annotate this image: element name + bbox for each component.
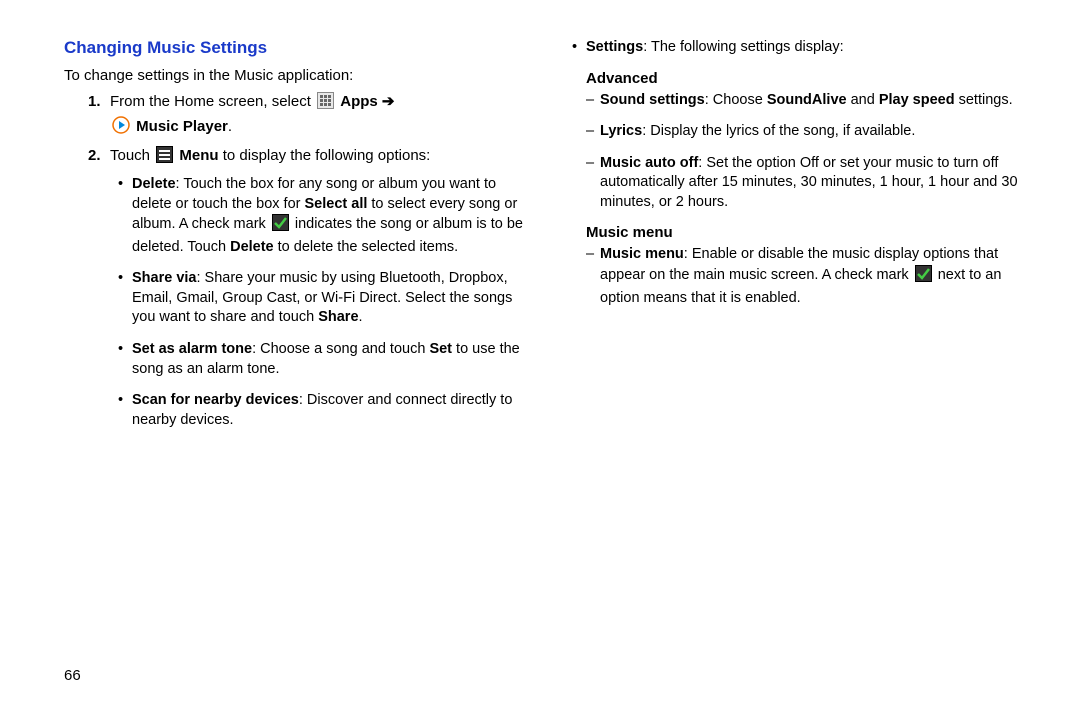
bullet-body: Scan for nearby devices: Discover and co… (132, 391, 532, 430)
bullet-share: • Share via: Share your music by using B… (118, 269, 532, 328)
sub-bullets: • Delete: Touch the box for any song or … (118, 175, 532, 430)
dash-lyrics: – Lyrics: Display the lyrics of the song… (586, 122, 1040, 142)
advanced-list: – Sound settings: Choose SoundAlive and … (586, 91, 1040, 213)
page-content: Changing Music Settings To change settin… (0, 0, 1080, 442)
musicmenu-label: Music menu (600, 246, 684, 262)
dash-body: Lyrics: Display the lyrics of the song, … (600, 122, 1040, 142)
dash-sound-settings: – Sound settings: Choose SoundAlive and … (586, 91, 1040, 111)
dash-mark: – (586, 122, 600, 142)
bullet-mark: • (118, 269, 132, 328)
checkmark-icon (915, 265, 932, 289)
music-player-label: Music Player (136, 118, 228, 135)
step1-pre: From the Home screen, select (110, 93, 315, 110)
bullet-body: Set as alarm tone: Choose a song and tou… (132, 340, 532, 379)
bullet-mark: • (118, 340, 132, 379)
soundalive-label: SoundAlive (767, 92, 847, 108)
advanced-heading: Advanced (586, 70, 1040, 87)
set-label: Set (429, 341, 452, 357)
share-label: Share via (132, 270, 197, 286)
music-player-icon (112, 116, 130, 140)
apps-grid-icon (317, 92, 334, 115)
dash-mark: – (586, 154, 600, 213)
bullet-body: Settings: The following settings display… (586, 38, 1040, 58)
dash-mark: – (586, 91, 600, 111)
step-body: From the Home screen, select Apps ➔ Musi… (110, 92, 532, 140)
t: to delete the selected items. (274, 239, 459, 255)
delete-label: Delete (132, 176, 176, 192)
bullet-mark: • (118, 175, 132, 257)
step2-pre: Touch (110, 147, 154, 164)
bullet-delete: • Delete: Touch the box for any song or … (118, 175, 532, 257)
step-number: 2. (88, 146, 110, 169)
t: . (359, 309, 363, 325)
dash-mark: – (586, 245, 600, 308)
step2-post: to display the following options: (223, 147, 431, 164)
right-column: • Settings: The following settings displ… (572, 38, 1040, 442)
bullet-body: Share via: Share your music by using Blu… (132, 269, 532, 328)
page-number: 66 (64, 667, 81, 684)
t: : Choose (705, 92, 767, 108)
music-menu-list: – Music menu: Enable or disable the musi… (586, 245, 1040, 308)
share-bold: Share (318, 309, 358, 325)
arrow-icon: ➔ (382, 93, 395, 110)
dash-body: Music menu: Enable or disable the music … (600, 245, 1040, 308)
sound-label: Sound settings (600, 92, 705, 108)
dash-body: Sound settings: Choose SoundAlive and Pl… (600, 91, 1040, 111)
step-body: Touch Menu to display the following opti… (110, 146, 532, 169)
section-heading: Changing Music Settings (64, 38, 532, 58)
step-2: 2. Touch Menu to display the following o… (88, 146, 532, 169)
numbered-list: 1. From the Home screen, select Apps ➔ M… (88, 92, 532, 169)
period: . (228, 118, 232, 135)
apps-label: Apps (340, 93, 378, 110)
t: : The following settings display: (643, 39, 843, 55)
delete-label2: Delete (230, 239, 274, 255)
bullet-alarm: • Set as alarm tone: Choose a song and t… (118, 340, 532, 379)
step-number: 1. (88, 92, 110, 140)
dash-music-menu: – Music menu: Enable or disable the musi… (586, 245, 1040, 308)
menu-label: Menu (179, 147, 218, 164)
t: and (847, 92, 879, 108)
t: : Display the lyrics of the song, if ava… (642, 123, 915, 139)
bullet-mark: • (118, 391, 132, 430)
bullet-settings: • Settings: The following settings displ… (572, 38, 1040, 58)
autooff-label: Music auto off (600, 155, 698, 171)
left-column: Changing Music Settings To change settin… (64, 38, 532, 442)
bullet-scan: • Scan for nearby devices: Discover and … (118, 391, 532, 430)
intro-text: To change settings in the Music applicat… (64, 66, 532, 86)
settings-label: Settings (586, 39, 643, 55)
step-1: 1. From the Home screen, select Apps ➔ M… (88, 92, 532, 140)
select-all-label: Select all (305, 196, 368, 212)
t: settings. (955, 92, 1013, 108)
scan-label: Scan for nearby devices (132, 392, 299, 408)
music-menu-heading: Music menu (586, 224, 1040, 241)
bullet-body: Delete: Touch the box for any song or al… (132, 175, 532, 257)
dash-body: Music auto off: Set the option Off or se… (600, 154, 1040, 213)
bullet-mark: • (572, 38, 586, 58)
menu-icon (156, 146, 173, 169)
checkmark-icon (272, 214, 289, 238)
dash-auto-off: – Music auto off: Set the option Off or … (586, 154, 1040, 213)
alarm-label: Set as alarm tone (132, 341, 252, 357)
lyrics-label: Lyrics (600, 123, 642, 139)
t: : Choose a song and touch (252, 341, 429, 357)
playspeed-label: Play speed (879, 92, 955, 108)
